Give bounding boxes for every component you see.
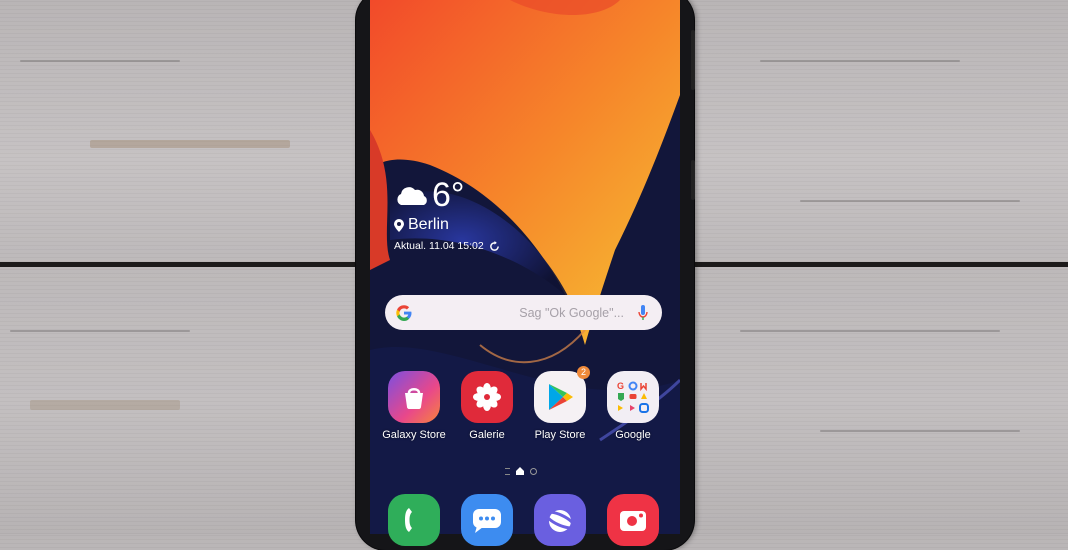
chat-bubble-icon [473,509,501,533]
wood-grain [90,140,290,148]
google-g-icon [396,304,412,321]
temperature: 6° [432,176,465,214]
app-galerie[interactable]: Galerie [451,371,523,441]
app-label: Galaxy Store [382,429,446,441]
app-label: Play Store [534,429,586,441]
volume-button[interactable] [691,30,695,90]
refresh-icon[interactable] [489,240,500,252]
wood-grain [20,60,180,62]
planet-icon [544,510,576,532]
dock-phone[interactable] [388,494,440,546]
google-search-bar[interactable]: Sag "Ok Google"... [385,295,662,330]
home-screen [370,0,680,534]
folder-grid-icon: G [607,371,659,423]
svg-text:G: G [617,381,624,391]
camera-icon [620,511,646,531]
play-triangle-icon: 2 [534,366,590,423]
page-indicator[interactable] [505,467,537,475]
app-folder-google[interactable]: G Google [597,371,669,441]
page-dot [530,467,537,475]
wood-grain [760,60,960,62]
app-label: Galerie [469,429,505,441]
flower-icon [461,371,513,423]
dock-messages[interactable] [461,494,513,546]
dock-camera[interactable] [607,494,659,546]
wood-grain [740,330,1000,332]
shopping-bag-icon [388,371,440,423]
search-placeholder: Sag "Ok Google"... [519,305,624,320]
menu-lines-icon [505,467,510,475]
home-icon [516,467,524,475]
notification-badge: 2 [577,366,590,379]
app-galaxy-store[interactable]: Galaxy Store [378,371,450,441]
app-label: Google [615,429,651,441]
wood-grain [10,330,190,332]
microphone-icon[interactable] [638,304,648,321]
wood-grain [820,430,1020,432]
power-button[interactable] [691,160,695,200]
app-play-store[interactable]: 2 Play Store [524,366,596,441]
cloud-icon [397,187,427,205]
dock-internet[interactable] [534,494,586,546]
wood-grain [800,200,1020,202]
location-pin-icon [394,218,404,232]
wood-grain [30,400,180,410]
weather-updated-time: Aktual. 11.04 15:02 [394,240,484,252]
weather-widget[interactable]: 6° Berlin Aktual. 11.04 15:02 [394,178,500,252]
phone-icon [405,508,412,532]
wallpaper [370,0,680,534]
weather-location: Berlin [408,216,449,233]
